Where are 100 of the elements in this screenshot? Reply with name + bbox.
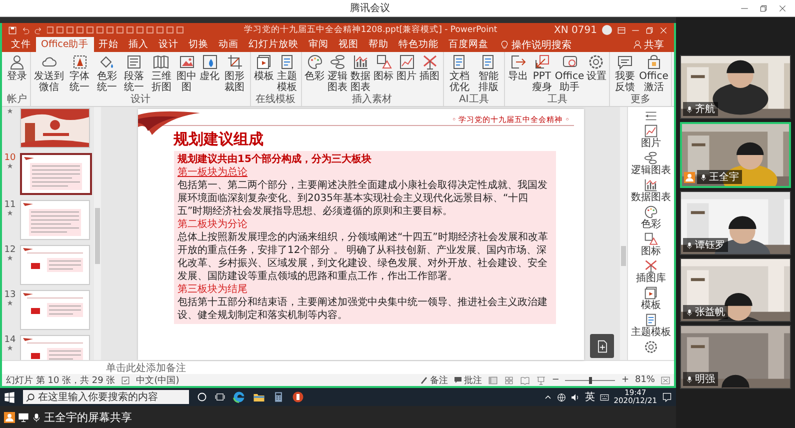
panel-button[interactable]: 主题模板 — [631, 313, 671, 338]
ribbon-button[interactable]: 图中图 — [176, 54, 198, 94]
document-icon — [451, 54, 468, 70]
settings-icon — [588, 54, 604, 70]
restore-icon[interactable] — [645, 26, 654, 34]
search-field[interactable]: 在这里输入你要搜索的内容 — [23, 390, 189, 404]
panel-button[interactable]: 图片 — [641, 124, 661, 149]
zoom-level[interactable]: 81% — [634, 375, 655, 385]
calculator-icon[interactable] — [273, 391, 284, 403]
ribbon-button[interactable]: Office助手 — [554, 54, 584, 94]
zoom-out-button[interactable]: − — [552, 375, 560, 385]
video-tile[interactable]: 谭钰罗 — [680, 191, 791, 255]
ribbon-button[interactable]: 导出 — [507, 54, 530, 94]
ribbon-button[interactable]: 我要反馈 — [612, 54, 638, 94]
ribbon-button[interactable]: 色彩 — [304, 54, 326, 94]
ribbon-tab[interactable]: 幻灯片放映 — [244, 37, 304, 52]
group-label: 在线模板 — [254, 94, 297, 106]
search-field[interactable]: 操作说明搜索 — [494, 37, 578, 52]
ribbon-tab[interactable]: 设计 — [154, 37, 184, 52]
save-icon[interactable] — [8, 26, 17, 34]
notification-icon[interactable] — [662, 392, 672, 402]
settings-icon[interactable] — [644, 340, 658, 354]
ribbon-button[interactable]: 图形裁图 — [222, 54, 248, 94]
panel-button[interactable]: 插图库 — [636, 259, 666, 284]
ribbon-button[interactable]: PPT瘦身 — [530, 54, 554, 94]
fit-to-window-icon[interactable] — [661, 376, 670, 384]
video-tile[interactable]: 张益帆 — [680, 258, 791, 322]
ribbon-button[interactable]: 色彩统一 — [94, 54, 120, 94]
circle-icon[interactable] — [197, 392, 207, 402]
ribbon-button[interactable]: 字体统一 — [66, 54, 93, 94]
ribbon-button[interactable]: 文档优化 — [446, 54, 474, 94]
ribbon-button[interactable]: 三维折图 — [148, 54, 175, 94]
ribbon-tab[interactable]: 特色功能 — [394, 37, 444, 52]
ribbon-button[interactable]: 登录 — [6, 54, 28, 94]
undo-icon[interactable] — [21, 26, 30, 34]
ribbon-button[interactable]: 设置 — [585, 54, 608, 94]
ribbon-button[interactable]: 模板 — [252, 54, 275, 94]
ribbon-button[interactable]: 数据图表 — [350, 54, 372, 94]
ribbon-button[interactable]: 发送到微信 — [33, 54, 66, 94]
panel-button[interactable]: 图标 — [641, 232, 661, 257]
ribbon-button[interactable]: 插图 — [418, 54, 441, 94]
normal-view-icon[interactable] — [488, 376, 498, 384]
ribbon-tab[interactable]: Office助手 — [36, 37, 94, 52]
chevron-icon[interactable] — [544, 393, 552, 401]
ribbon-button[interactable]: 图片 — [396, 54, 418, 94]
notes-button[interactable]: 备注 — [420, 374, 448, 386]
ribbon-tab[interactable]: 插入 — [124, 37, 154, 52]
ribbon-button[interactable]: 图标 — [372, 54, 395, 94]
windows-icon[interactable] — [4, 392, 15, 402]
speaker-icon[interactable] — [570, 392, 580, 402]
ribbon-tab[interactable]: 帮助 — [364, 37, 394, 52]
globe-icon[interactable] — [556, 392, 566, 402]
ribbon-button[interactable]: 主题模板 — [276, 54, 299, 94]
grid-view-icon[interactable] — [504, 376, 514, 384]
ribbon-tab[interactable]: 开始 — [94, 37, 124, 52]
restore-icon[interactable] — [759, 4, 768, 12]
video-tile[interactable]: 王全宇 — [680, 122, 791, 188]
reading-view-icon[interactable] — [520, 376, 530, 384]
scrollbar[interactable] — [94, 107, 101, 360]
comments-button[interactable]: 批注 — [454, 374, 482, 386]
zoom-in-button[interactable]: + — [621, 375, 629, 385]
ribbon-button[interactable]: 虚化 — [198, 54, 221, 94]
ribbon-display-icon[interactable] — [617, 26, 626, 34]
ribbon-button[interactable]: 智能排版 — [474, 54, 502, 94]
scrollbar[interactable] — [620, 107, 627, 360]
notes-placeholder[interactable]: 单击此处添加备注 — [106, 360, 186, 374]
panel-button[interactable]: 色彩 — [641, 205, 661, 230]
mic-icon[interactable] — [32, 412, 41, 422]
screen-icon[interactable] — [18, 412, 29, 422]
ribbon-tab[interactable]: 动画 — [214, 37, 244, 52]
folder-icon[interactable] — [253, 391, 265, 403]
ribbon-tab[interactable]: 文件 — [6, 37, 36, 52]
ribbon-tab[interactable]: 百度网盘 — [444, 37, 494, 52]
ribbon-button[interactable]: 段落统一 — [120, 54, 148, 94]
slide-thumbnail[interactable] — [20, 153, 92, 195]
ribbon-button[interactable]: 逻辑图表 — [326, 54, 349, 94]
browser-icon[interactable] — [233, 391, 245, 403]
video-tile[interactable]: 齐航 — [680, 55, 791, 119]
video-tile[interactable]: 明强 — [680, 325, 791, 389]
collapse-icon[interactable] — [644, 110, 658, 122]
task-view-icon[interactable] — [215, 392, 225, 402]
input-method[interactable]: 英 — [584, 390, 595, 404]
panel-button[interactable]: 数据图表 — [631, 178, 671, 203]
language[interactable]: 中文(中国) — [136, 374, 180, 386]
redo-icon[interactable] — [34, 26, 43, 34]
ribbon-button[interactable]: Office激活 — [638, 54, 669, 94]
share-button[interactable]: 共享 — [627, 37, 670, 52]
avatar-icon[interactable] — [602, 25, 612, 35]
keyboard-icon[interactable] — [600, 392, 609, 402]
panel-button[interactable]: 模板 — [641, 286, 661, 311]
ribbon-tab[interactable]: 视图 — [334, 37, 364, 52]
ribbon-tab[interactable]: 审阅 — [304, 37, 334, 52]
presentation-icon[interactable] — [292, 391, 304, 403]
panel-button[interactable]: 逻辑图表 — [631, 151, 671, 176]
spellcheck-icon[interactable] — [121, 376, 130, 384]
close-icon[interactable] — [778, 4, 787, 12]
add-slide-button[interactable] — [590, 334, 614, 358]
ribbon-tab[interactable]: 切换 — [184, 37, 214, 52]
group-label: 设计 — [129, 94, 152, 106]
slideshow-icon[interactable] — [536, 376, 546, 384]
